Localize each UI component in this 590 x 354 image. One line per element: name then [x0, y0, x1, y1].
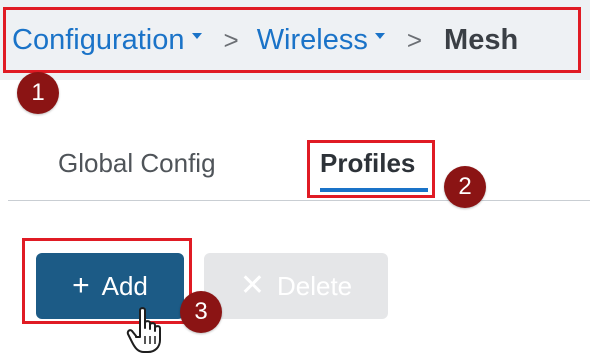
tab-divider: [8, 200, 590, 201]
add-button-label: Add: [101, 270, 148, 301]
caret-down-icon: [191, 32, 202, 39]
tab-bar: Global Config Profiles: [0, 140, 590, 202]
tab-global-config[interactable]: Global Config: [58, 148, 216, 179]
plus-icon: +: [72, 269, 90, 302]
close-icon: ✕: [239, 269, 265, 302]
add-button[interactable]: + Add: [36, 253, 184, 319]
page: Configuration > Wireless > Mesh Global C…: [0, 0, 590, 354]
active-tab-indicator: [320, 188, 428, 192]
breadcrumb-current: Mesh: [444, 23, 519, 56]
delete-button-label: Delete: [276, 270, 353, 301]
breadcrumb-separator: >: [223, 24, 239, 55]
breadcrumb-item-label: Wireless: [256, 23, 368, 56]
breadcrumb: Configuration > Wireless > Mesh: [12, 20, 518, 60]
caret-down-icon: [374, 32, 385, 39]
tab-profiles[interactable]: Profiles: [320, 148, 415, 179]
step-badge-2: 2: [444, 166, 486, 208]
breadcrumb-item-label: Configuration: [12, 23, 185, 56]
breadcrumb-item-configuration[interactable]: Configuration: [12, 24, 202, 57]
breadcrumb-item-wireless[interactable]: Wireless: [257, 24, 385, 57]
breadcrumb-separator: >: [406, 24, 423, 55]
step-badge-1: 1: [17, 72, 59, 114]
delete-button[interactable]: ✕ Delete: [204, 253, 388, 319]
step-badge-3: 3: [180, 291, 222, 333]
